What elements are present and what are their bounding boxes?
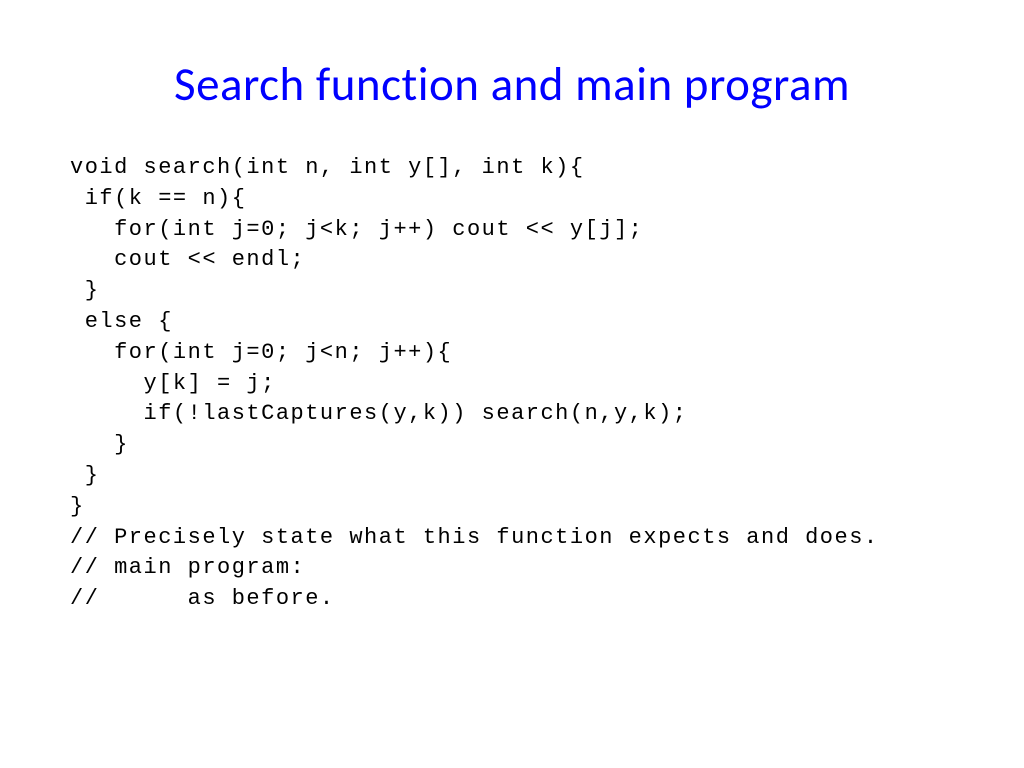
slide-container: Search function and main program void se… bbox=[0, 0, 1024, 768]
code-block: void search(int n, int y[], int k){ if(k… bbox=[70, 153, 954, 615]
slide-title: Search function and main program bbox=[70, 55, 954, 113]
